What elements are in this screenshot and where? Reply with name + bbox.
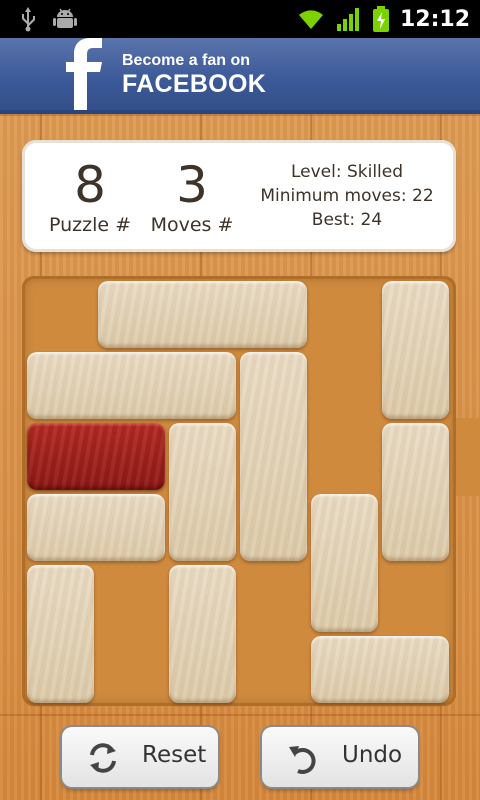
wood-block[interactable] — [169, 565, 236, 703]
wood-block[interactable] — [311, 494, 378, 632]
wood-block[interactable] — [382, 423, 449, 561]
wood-block[interactable] — [169, 423, 236, 561]
status-bar: 12:12 — [0, 0, 480, 38]
android-debug-icon — [53, 8, 77, 28]
red-target-block[interactable] — [27, 423, 165, 490]
puzzle-board[interactable] — [22, 276, 456, 706]
wood-block[interactable] — [27, 565, 94, 703]
reset-label: Reset — [142, 742, 207, 768]
undo-icon — [289, 746, 316, 774]
level-info: Level: Skilled Minimum moves: 22 Best: 2… — [252, 160, 442, 232]
minimum-moves-text: Minimum moves: 22 — [260, 186, 434, 206]
wood-block[interactable] — [98, 281, 307, 348]
battery-charging-icon — [372, 6, 389, 32]
refresh-icon — [90, 743, 116, 773]
wood-block[interactable] — [382, 281, 449, 419]
signal-icon — [336, 8, 359, 31]
facebook-banner[interactable]: Become a fan on FACEBOOK — [0, 38, 480, 114]
wood-block[interactable] — [240, 352, 307, 561]
facebook-logo-icon — [66, 38, 102, 110]
usb-icon — [22, 7, 35, 32]
undo-label: Undo — [342, 742, 403, 768]
moves-label: Moves # — [150, 214, 234, 236]
level-text: Level: Skilled — [290, 162, 404, 182]
wood-block[interactable] — [311, 636, 449, 703]
stats-panel: 8 Puzzle # 3 Moves # Level: Skilled Mini… — [22, 140, 456, 252]
wood-block[interactable] — [27, 494, 165, 561]
best-text: Best: 24 — [311, 210, 383, 230]
clock: 12:12 — [399, 6, 470, 32]
facebook-banner-line1: Become a fan on — [122, 52, 251, 69]
wifi-icon — [298, 10, 323, 29]
facebook-banner-line2: FACEBOOK — [122, 70, 267, 98]
wood-block[interactable] — [27, 352, 236, 419]
reset-button[interactable]: Reset — [62, 727, 218, 787]
moves-number: 3 — [176, 156, 208, 214]
undo-button[interactable]: Undo — [262, 727, 418, 787]
